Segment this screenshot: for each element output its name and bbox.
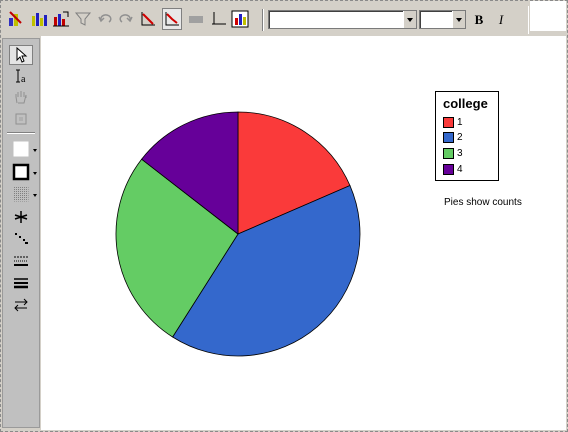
toolbar-separator xyxy=(262,9,264,31)
marker-icon[interactable] xyxy=(9,207,33,227)
font-combo-value xyxy=(269,15,272,27)
filter-icon[interactable] xyxy=(73,8,93,30)
dashed-line-icon[interactable] xyxy=(9,251,33,271)
line-weight-icon[interactable] xyxy=(9,273,33,293)
legend-swatch xyxy=(443,147,454,159)
palette-separator xyxy=(7,132,35,134)
toolbar-edge xyxy=(528,6,529,34)
chart-wizard-icon[interactable] xyxy=(6,8,26,30)
pattern-icon[interactable] xyxy=(9,184,33,204)
disabled-icon[interactable] xyxy=(186,8,206,30)
legend-item: 4 xyxy=(443,163,463,175)
italic-button[interactable]: I xyxy=(492,10,510,29)
pattern-dropdown-icon[interactable] xyxy=(33,194,37,197)
tool-palette: a xyxy=(2,38,40,428)
size-combo[interactable] xyxy=(419,10,466,29)
legend-title: college xyxy=(443,96,488,111)
svg-text:a: a xyxy=(21,74,26,84)
fill-color-dropdown-icon[interactable] xyxy=(33,149,37,152)
font-combo[interactable] xyxy=(268,10,417,29)
legend-label: 3 xyxy=(457,147,463,159)
frame-tool-icon[interactable] xyxy=(9,109,33,129)
chart-gallery-icon[interactable] xyxy=(51,8,71,30)
legend-swatch xyxy=(443,116,454,128)
font-combo-dropdown-icon[interactable] xyxy=(403,11,416,28)
fill-color-icon[interactable] xyxy=(9,139,33,159)
axis-line-icon[interactable] xyxy=(138,8,158,30)
undo-icon[interactable] xyxy=(95,8,115,30)
text-tool-icon[interactable]: a xyxy=(9,66,33,86)
legend-item: 2 xyxy=(443,131,463,143)
size-combo-dropdown-icon[interactable] xyxy=(452,11,465,28)
chart-properties-icon[interactable] xyxy=(230,8,250,30)
toolbar-blank-area xyxy=(530,1,566,31)
border-color-dropdown-icon[interactable] xyxy=(33,172,37,175)
pointer-icon[interactable] xyxy=(9,45,33,65)
legend-label: 1 xyxy=(457,116,463,128)
line-style-icon[interactable] xyxy=(9,229,33,249)
border-color-icon[interactable] xyxy=(9,162,33,182)
legend-swatch xyxy=(443,163,454,175)
hand-tool-icon[interactable] xyxy=(9,87,33,107)
swap-axis-icon[interactable] xyxy=(9,295,33,315)
legend-swatch xyxy=(443,131,454,143)
toolbar: B I xyxy=(4,6,528,34)
bold-button[interactable]: B xyxy=(470,10,488,29)
axis-icon[interactable] xyxy=(208,8,228,30)
legend-item: 1 xyxy=(443,116,463,128)
legend-label: 2 xyxy=(457,131,463,143)
size-combo-value xyxy=(420,15,423,27)
pie-chart[interactable] xyxy=(112,108,364,360)
legend-item: 3 xyxy=(443,147,463,159)
legend-label: 4 xyxy=(457,163,463,175)
bar-chart-icon[interactable] xyxy=(29,8,49,30)
chart-note: Pies show counts xyxy=(444,197,522,208)
axis-selected-icon[interactable] xyxy=(162,8,182,30)
chart-legend[interactable]: college 1 2 3 4 xyxy=(435,91,499,181)
redo-icon[interactable] xyxy=(116,8,136,30)
